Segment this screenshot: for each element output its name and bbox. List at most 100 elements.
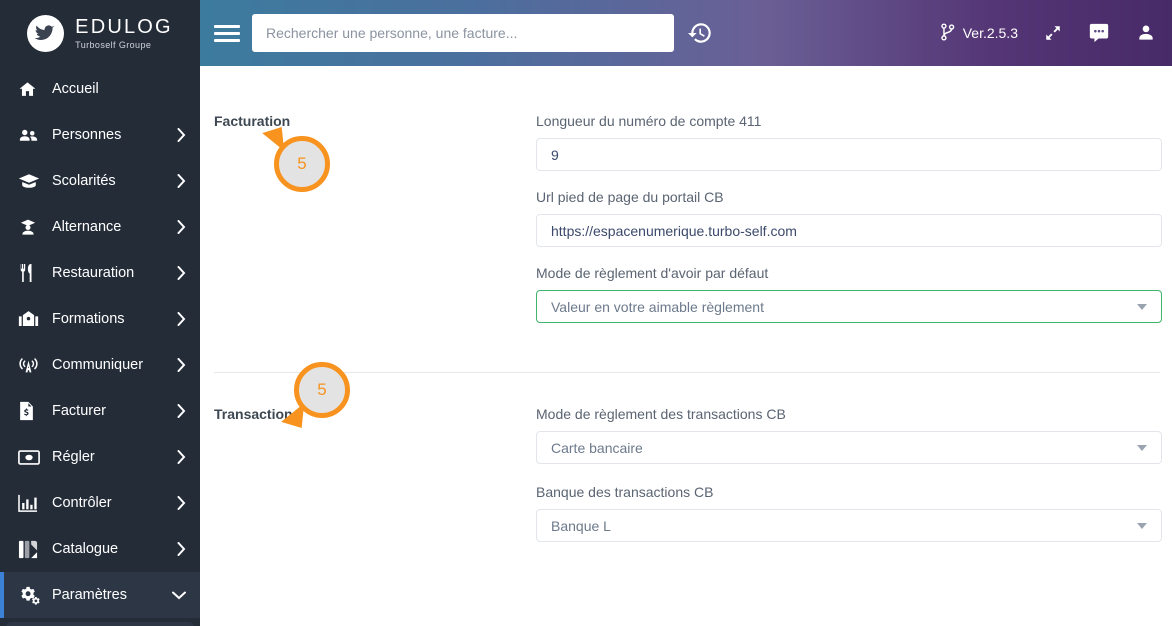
select-value: Banque L (551, 517, 611, 534)
sidebar-item-label: Alternance (52, 219, 122, 235)
sidebar-item-label: Personnes (52, 127, 122, 143)
sidebar-item-regler[interactable]: Régler (0, 434, 200, 480)
sidebar-item-label: Restauration (52, 265, 135, 281)
default-credit-payment-mode-select[interactable]: Valeur en votre aimable règlement (536, 290, 1162, 323)
field-banque-transactions-cb: Banque des transactions CB Banque L (536, 484, 1162, 542)
page-title: Facturation (214, 113, 291, 129)
sidebar-item-controler[interactable]: Contrôler (0, 480, 200, 526)
sidebar-item-label: Scolarités (52, 173, 116, 189)
marker-number: 5 (294, 362, 350, 418)
top-bar: EDULOG Turboself Groupe Rechercher une p… (0, 0, 1172, 66)
chevron-down-icon (172, 591, 186, 600)
annotation-marker-transaction: 5 (280, 362, 350, 429)
version-label: Ver.2.5.3 (962, 25, 1018, 41)
user-graduate-icon (18, 218, 44, 237)
school-icon (18, 310, 44, 328)
sidebar-item-restauration[interactable]: Restauration (0, 250, 200, 296)
cb-transaction-bank-select[interactable]: Banque L (536, 509, 1162, 542)
history-icon[interactable] (688, 20, 714, 46)
swatchbook-icon (18, 540, 44, 559)
chevron-right-icon (177, 312, 186, 326)
sidebar-item-label: Accueil (52, 81, 99, 97)
section-title-column: Facturation 5 (214, 113, 536, 323)
chevron-right-icon (177, 358, 186, 372)
field-label: Banque des transactions CB (536, 484, 714, 500)
sidebar-item-label: Facturer (52, 403, 106, 419)
annotation-marker-facturation: 5 (261, 127, 330, 192)
sidebar-item-formations[interactable]: Formations (0, 296, 200, 342)
application-root: EDULOG Turboself Groupe Rechercher une p… (0, 0, 1172, 626)
graduation-cap-icon (18, 172, 44, 190)
brand-subtitle: Turboself Groupe (75, 39, 152, 50)
code-branch-icon (940, 22, 956, 44)
sidebar-item-catalogue[interactable]: Catalogue (0, 526, 200, 572)
sidebar-item-personnes[interactable]: Personnes (0, 112, 200, 158)
sidebar-item-parametres[interactable]: Paramètres (0, 572, 200, 618)
fields-column: Longueur du numéro de compte 411 9 Url p… (536, 113, 1162, 323)
chevron-right-icon (177, 404, 186, 418)
select-value: Valeur en votre aimable règlement (551, 298, 764, 315)
bird-icon (27, 14, 65, 52)
brand-logo-area[interactable]: EDULOG Turboself Groupe (0, 0, 200, 66)
select-value: Carte bancaire (551, 439, 643, 456)
section-title-column: Transaction 5 (214, 362, 536, 560)
sidebar-item-facturer[interactable]: Facturer (0, 388, 200, 434)
chevron-right-icon (177, 496, 186, 510)
sidebar-submenu-panel (6, 622, 194, 626)
chevron-down-icon (1137, 522, 1147, 529)
marker-number: 5 (274, 136, 330, 192)
invoice-icon (18, 401, 44, 421)
home-icon (18, 80, 44, 99)
chevron-right-icon (177, 542, 186, 556)
sidebar-item-label: Formations (52, 311, 125, 327)
brand-name: EDULOG (75, 15, 173, 38)
hamburger-menu-icon[interactable] (214, 22, 240, 44)
search-input[interactable] (252, 14, 674, 52)
sidebar-navigation: Accueil Personnes Scolarités Alternance … (0, 66, 200, 626)
chevron-right-icon (177, 220, 186, 234)
field-label: Url pied de page du portail CB (536, 189, 724, 205)
chevron-right-icon (177, 266, 186, 280)
gears-icon (18, 585, 44, 605)
sidebar-item-alternance[interactable]: Alternance (0, 204, 200, 250)
sidebar-item-label: Régler (52, 449, 95, 465)
sidebar-item-label: Paramètres (52, 587, 127, 603)
chevron-down-icon (1137, 303, 1147, 310)
expand-arrows-icon[interactable] (1044, 24, 1062, 42)
field-url-pied-de-page: Url pied de page du portail CB https://e… (536, 189, 1162, 247)
chart-bar-icon (18, 494, 44, 512)
utensils-icon (18, 263, 44, 283)
fields-column: Mode de règlement des transactions CB Ca… (536, 406, 1162, 560)
broadcast-tower-icon (18, 356, 44, 375)
cb-transaction-payment-mode-select[interactable]: Carte bancaire (536, 431, 1162, 464)
top-bar-right-actions: Ver.2.5.3 (940, 22, 1156, 44)
sidebar-item-label: Catalogue (52, 541, 119, 557)
money-bill-icon (18, 449, 44, 465)
field-label: Mode de règlement d'avoir par défaut (536, 265, 769, 281)
field-label: Mode de règlement des transactions CB (536, 406, 786, 422)
field-mode-reglement-transactions-cb: Mode de règlement des transactions CB Ca… (536, 406, 1162, 464)
main-content: Facturation 5 Longueur du numéro de comp… (200, 66, 1172, 626)
chevron-right-icon (177, 128, 186, 142)
chevron-right-icon (177, 450, 186, 464)
section-transaction: Transaction 5 Mode de règlement des tran… (200, 362, 1172, 560)
portal-footer-url-input[interactable]: https://espacenumerique.turbo-self.com (536, 214, 1162, 247)
section-facturation: Facturation 5 Longueur du numéro de comp… (200, 66, 1172, 323)
chat-bubble-icon[interactable] (1088, 22, 1110, 44)
sidebar-item-label: Contrôler (52, 495, 112, 511)
field-label: Longueur du numéro de compte 411 (536, 113, 762, 129)
user-icon[interactable] (1136, 23, 1156, 43)
chevron-right-icon (177, 174, 186, 188)
account-number-length-input[interactable]: 9 (536, 138, 1162, 171)
sidebar-item-communiquer[interactable]: Communiquer (0, 342, 200, 388)
sidebar-item-scolarites[interactable]: Scolarités (0, 158, 200, 204)
field-longueur-compte-411: Longueur du numéro de compte 411 9 (536, 113, 1162, 171)
field-mode-reglement-avoir: Mode de règlement d'avoir par défaut Val… (536, 265, 1162, 323)
page-title: Transaction (214, 406, 293, 422)
brand-logo: EDULOG Turboself Groupe (27, 14, 173, 52)
users-icon (18, 126, 44, 145)
version-indicator: Ver.2.5.3 (940, 22, 1018, 44)
sidebar-item-label: Communiquer (52, 357, 144, 373)
sidebar-item-accueil[interactable]: Accueil (0, 66, 200, 112)
top-bar-main: Ver.2.5.3 (200, 0, 1172, 66)
